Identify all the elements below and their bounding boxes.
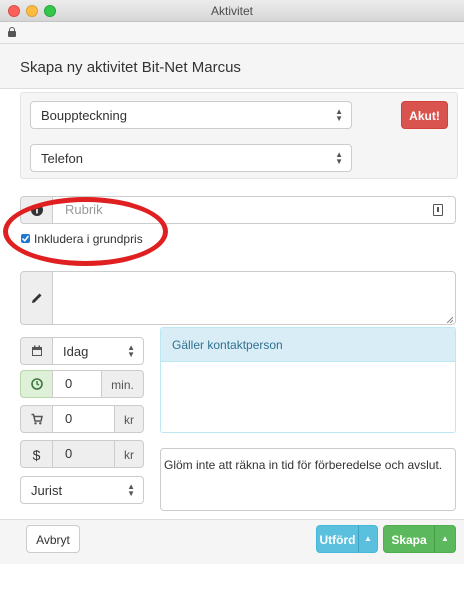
create-dropdown-toggle[interactable]: ▲ — [434, 525, 456, 553]
contact-person-panel: Gäller kontaktperson — [160, 327, 456, 433]
notes-addon — [20, 271, 52, 325]
time-input[interactable]: 0 — [52, 370, 102, 398]
activity-type-value: Bouppteckning — [41, 108, 128, 123]
cost-input[interactable]: 0 — [52, 405, 115, 433]
window-title: Aktivitet — [210, 4, 253, 18]
subject-addon — [20, 196, 52, 224]
security-bar — [0, 22, 464, 44]
resize-grip-icon[interactable] — [446, 316, 453, 323]
channel-select[interactable]: Telefon ▲ ▼ — [30, 144, 352, 172]
role-select[interactable]: Jurist ▲ ▼ — [20, 476, 144, 504]
price-unit: kr — [114, 440, 144, 468]
clock-icon — [30, 378, 43, 390]
create-button[interactable]: Skapa — [383, 525, 435, 553]
calendar-icon — [31, 345, 42, 356]
date-select[interactable]: Idag ▲ ▼ — [52, 337, 144, 365]
done-button[interactable]: Utförd — [316, 525, 359, 553]
role-value: Jurist — [31, 483, 63, 498]
select-arrows-icon: ▲ ▼ — [127, 343, 135, 359]
cancel-button[interactable]: Avbryt — [26, 525, 80, 553]
activity-type-select[interactable]: Bouppteckning ▲ ▼ — [30, 101, 352, 129]
include-base-price-checkbox[interactable] — [21, 234, 30, 243]
cost-addon — [20, 405, 52, 433]
checkmark-icon — [21, 235, 30, 242]
channel-value: Telefon — [41, 151, 83, 166]
urgent-button[interactable]: Akut! — [401, 101, 448, 129]
time-unit: min. — [101, 370, 144, 398]
contact-card-icon[interactable] — [433, 204, 443, 216]
cost-unit: kr — [114, 405, 144, 433]
dollar-icon: $ — [20, 440, 52, 468]
shopping-cart-icon — [31, 413, 43, 425]
date-addon — [20, 337, 52, 365]
modal-title: Skapa ny aktivitet Bit-Net Marcus — [20, 59, 241, 76]
info-circle-icon — [30, 204, 43, 216]
reminder-textarea[interactable]: Glöm inte att räkna in tid för förberede… — [160, 448, 456, 511]
lock-icon — [8, 27, 16, 37]
window-titlebar: Aktivitet — [0, 0, 464, 22]
contact-person-heading[interactable]: Gäller kontaktperson — [161, 328, 455, 362]
done-dropdown-toggle[interactable]: ▲ — [358, 525, 378, 553]
modal-header: Skapa ny aktivitet Bit-Net Marcus — [0, 44, 464, 89]
date-value: Idag — [63, 344, 89, 359]
include-base-price-label: Inkludera i grundpris — [34, 232, 143, 246]
select-arrows-icon: ▲ ▼ — [127, 482, 135, 498]
caret-up-icon: ▲ — [364, 534, 372, 543]
price-input: 0 — [52, 440, 115, 468]
caret-up-icon: ▲ — [441, 534, 449, 543]
select-arrows-icon: ▲ ▼ — [335, 150, 343, 166]
time-addon — [20, 370, 52, 398]
subject-input[interactable]: Rubrik — [52, 196, 456, 224]
notes-textarea[interactable] — [52, 271, 456, 325]
pencil-icon — [31, 293, 41, 303]
select-arrows-icon: ▲ ▼ — [335, 107, 343, 123]
